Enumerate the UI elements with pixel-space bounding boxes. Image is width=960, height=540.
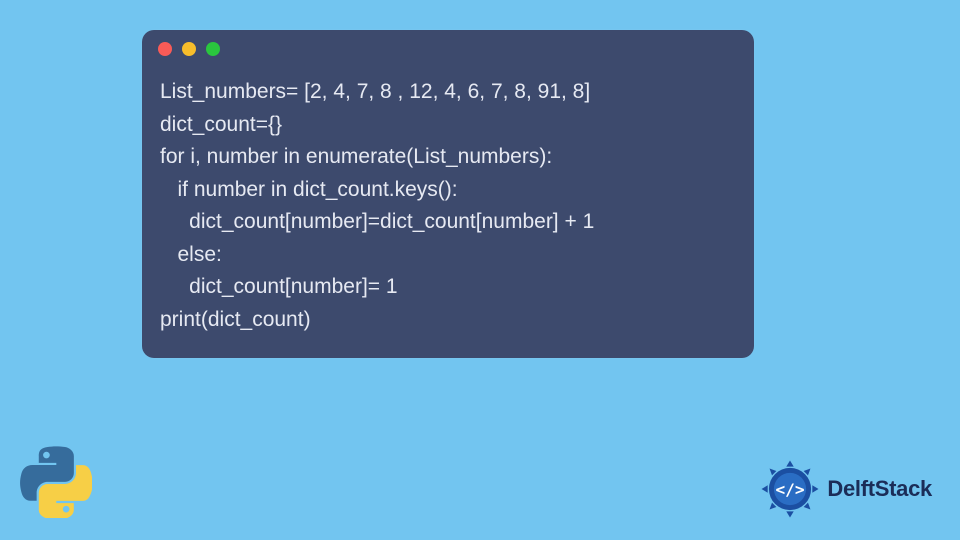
python-logo-icon xyxy=(20,446,92,518)
code-line: dict_count[number]= 1 xyxy=(160,271,736,304)
window-titlebar xyxy=(142,30,754,68)
svg-text:</>: </> xyxy=(776,480,805,499)
code-line: List_numbers= [2, 4, 7, 8 , 12, 4, 6, 7,… xyxy=(160,76,736,109)
maximize-icon[interactable] xyxy=(206,42,220,56)
delftstack-text: DelftStack xyxy=(827,476,932,502)
code-line: for i, number in enumerate(List_numbers)… xyxy=(160,141,736,174)
delftstack-logo: </> DelftStack xyxy=(759,458,932,520)
minimize-icon[interactable] xyxy=(182,42,196,56)
delftstack-gear-icon: </> xyxy=(759,458,821,520)
code-window: List_numbers= [2, 4, 7, 8 , 12, 4, 6, 7,… xyxy=(142,30,754,358)
code-line: if number in dict_count.keys(): xyxy=(160,174,736,207)
code-body: List_numbers= [2, 4, 7, 8 , 12, 4, 6, 7,… xyxy=(142,68,754,358)
code-line: else: xyxy=(160,239,736,272)
code-line: dict_count[number]=dict_count[number] + … xyxy=(160,206,736,239)
close-icon[interactable] xyxy=(158,42,172,56)
code-line: dict_count={} xyxy=(160,109,736,142)
code-line: print(dict_count) xyxy=(160,304,736,337)
